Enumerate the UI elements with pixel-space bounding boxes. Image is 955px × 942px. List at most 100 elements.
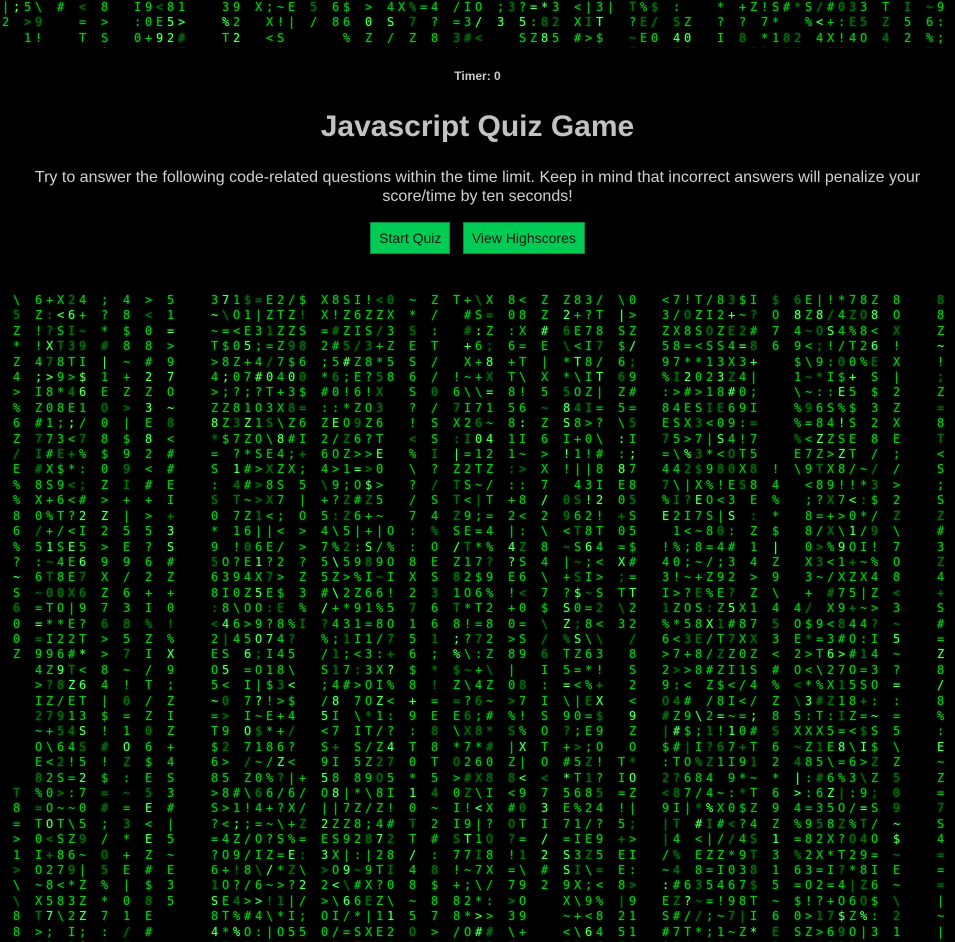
matrix-column: T Z S < * 0 > S 3 7 3 $ X E 7 ~ 8 ~ + E …	[695, 293, 703, 942]
matrix-column: \ 9 !	[35, 0, 43, 45]
matrix-column: 2 6 I 3 T > 4 E ; < + * < < ? < E E E X …	[68, 293, 76, 942]
matrix-column: 3 + E 4 X Z # 6 9 4 O 0 E 3 S : # 3 2 ? …	[728, 293, 736, 942]
matrix-rain-bottom: \ 5 Z * Z 4 > % 6 Z / E % % 8 6 % ? ~ S …	[0, 293, 955, 942]
matrix-column: Z ?	[750, 0, 758, 48]
matrix-column: ; 3	[497, 0, 505, 30]
matrix-column: < E 9 5	[156, 0, 164, 48]
matrix-column: |	[607, 0, 615, 14]
matrix-column: 0 : ! 2	[838, 0, 846, 48]
start-quiz-button[interactable]: Start Quiz	[370, 222, 451, 254]
matrix-column: I 3 # 8	[464, 0, 472, 48]
matrix-column: 9 2 2 6	[233, 0, 241, 48]
matrix-column: Z 0 7	[684, 15, 692, 48]
matrix-column: $ / 0 =	[651, 0, 659, 48]
matrix-column: E Z ~ < \ ~ ~ 9 = < 7 9 < ; 8 8 0 X 3 + …	[805, 293, 813, 942]
timer-display: Timer: 0	[454, 69, 501, 83]
matrix-column: X	[398, 0, 406, 14]
matrix-column: / I O S 1 2 1 I < | * 9 % O S 8 = / Z % …	[706, 293, 714, 942]
matrix-column: $ 6 % \	[343, 0, 351, 48]
matrix-column: 8 > S |	[101, 0, 109, 48]
matrix-column: ? 5 S S	[519, 0, 527, 48]
matrix-column: ; X < X	[266, 0, 274, 48]
matrix-column: = | 3 ; 4 # ? O 1 O S > > > 1 | 6 1 X 5 …	[255, 293, 263, 942]
matrix-column: #	[57, 0, 65, 14]
matrix-column: < Z / + * 5 X 3 6 T E 0 > 5 ~ | / 9 ~ 6 …	[376, 293, 384, 942]
matrix-column: ! 7 * O	[761, 0, 769, 48]
matrix-column: # + X $	[827, 0, 835, 48]
matrix-column: 3	[508, 0, 516, 14]
matrix-column: Z / : T / / 0 / S S I ? / S 4 % O E S 3 …	[431, 293, 439, 942]
matrix-column: 3 ? 7 I 8 I Z I > 0 ! | 3 ! 2 8 6 ; I ~ …	[585, 293, 593, 942]
matrix-column: + # # + X ~ \ I 2 I = 2 S < 9 E T 1 2 O …	[464, 293, 472, 942]
matrix-column: < = T 4	[79, 0, 87, 48]
matrix-column: 5 /	[310, 0, 318, 30]
matrix-rain-top: | 2 ; 5 > 1 ? \ 9 ! # < = T 4 8 > S | I …	[0, 0, 955, 48]
matrix-column: = : Z	[530, 0, 538, 45]
matrix-column: * 8 8 8	[541, 0, 549, 48]
matrix-column: I 5 2 2	[904, 0, 912, 48]
matrix-column: * 4 4 / 0 $ E % ! S Z 8 ! 7 > \ 9 1 X 7 …	[838, 293, 846, 942]
matrix-column: S %	[805, 0, 813, 30]
matrix-column: 3 5 O 0	[860, 0, 868, 48]
matrix-column: $ ! S 8 6 0 $ = 6 I + ; 5 | O > > ? Z 3 …	[299, 293, 307, 942]
matrix-column: / < 4 :	[816, 0, 824, 48]
matrix-column: / Z Z 9 $ 0 3 8 Z # ; X % ? 5 \ < $ 4 / …	[288, 293, 296, 942]
matrix-column: 4 ? 8 \	[431, 0, 439, 48]
matrix-column: X < S T 8 9 * 8 ; 3 E $ 9 6 T / S 4 8 0 …	[57, 293, 65, 924]
matrix-column: ! O 8 = * 2 # E X > % 2 | ? I < ; ; ~ ? …	[684, 293, 692, 942]
matrix-column: 3 ~ ~ T > 4 > Z 8 * = S : S 0 * 9 5 6 8 …	[211, 293, 219, 942]
matrix-column: 1 O < 0 Z 0 ? 8 3 7 ? 1 4 T 7 1 ! ? 9 0 …	[233, 293, 241, 942]
matrix-column: 7 \ = $ 8 ; ; Z Z $ O 3 I 8 4 | S 5 < 0 …	[222, 293, 230, 942]
matrix-column: + : ? X 7 > 8 0 1 7 # X S + % + 1 ~ T 0 …	[46, 293, 54, 942]
matrix-column: < 3 Z 5 9 % : 8 E 7 = 4 7 % E ! 4 3 I 1 …	[662, 293, 670, 942]
matrix-column: < X # <	[574, 0, 582, 48]
matrix-column: 2 T Z Z 7 4 + X \ 8 4 Z S 7 ; < / 2 > $ …	[277, 293, 285, 942]
matrix-column: T ? ~ Z	[629, 0, 637, 48]
matrix-column: I 6 I / Z E 6 Z 9 6 > = O # 6 | : 9 % Z …	[354, 293, 362, 942]
matrix-column: \ 5 Z * Z 4 > % 6 Z / E % % 8 6 % ? ~ S …	[13, 293, 21, 942]
matrix-column: \ S : 6 + + \ 7 6 0 1 T ~ | ; = * 7 $ 6 …	[475, 293, 483, 942]
matrix-column: 9 : ; 6	[937, 0, 945, 48]
matrix-column: 8 O X ! X | 2 Z X E ; / > 2 Z \ 7 O 8 < …	[893, 293, 901, 942]
matrix-column: 5 > 1 ?	[24, 0, 32, 48]
matrix-column: E Z 1 = / 0 T 3 S \ E X 8 X < | E ? 7 E …	[266, 293, 274, 942]
matrix-column: / = 3 $	[453, 0, 461, 48]
matrix-column: 7 / X 8 7 I > 4 S 5 \ 4 \ I 2 1 % 0 ! > …	[673, 293, 681, 942]
matrix-column: 4 8 $ 8 ~ + Z > | $ 9 9 I + | 5 E 9 / 6 …	[123, 293, 131, 942]
matrix-column: 8 O 8 2 % ~ * : * / I ~ X | ~ 4 : 1 = S …	[860, 293, 868, 942]
matrix-column: T ! 6 7 X : | Z T T Z S / Z 8 1 T 8 ; % …	[453, 293, 461, 942]
matrix-column: 8 5 2 /	[167, 0, 175, 48]
matrix-column: | I > 7	[585, 0, 593, 48]
matrix-column: 1 > # Z	[178, 0, 186, 48]
matrix-column	[123, 0, 130, 48]
view-highscores-button[interactable]: View Highscores	[462, 222, 585, 254]
matrix-column: % E E +	[640, 0, 648, 48]
matrix-column: \ | S $ 6 6 Z 5 \ : : 8 E 0 + 0 = X ; T …	[618, 293, 626, 942]
quiz-instructions: Try to answer the following code-related…	[34, 169, 921, 205]
matrix-column: 8 ! # # 5 6 0 : E / O > 9 ? : \ % \ Z \ …	[332, 293, 340, 942]
matrix-column: : S 4 T	[673, 0, 681, 48]
matrix-column: 0 X 3 Z 5 8 O % O I ! 5 O 7 + ? % < : ? …	[387, 293, 395, 942]
matrix-column: > < 0 8 # 2 Z 3 E 8 2 < # + > 5 ? 6 2 + …	[145, 293, 153, 942]
matrix-column: I : 0 #	[134, 0, 142, 48]
matrix-column: 6 Z ! ! 4 ; I Z # 7 I # 8 X 0 / 5 : 6 ~ …	[35, 293, 43, 942]
matrix-column	[695, 0, 702, 48]
matrix-column: ! / S ! : I : S 4 Z > X 9 X + X % < / # …	[827, 293, 835, 942]
matrix-column: > 0 Z \	[365, 0, 373, 48]
matrix-column: ~ 6 % T	[926, 0, 934, 48]
matrix-column: * ? I *	[717, 0, 725, 48]
matrix-column: ; ? * # | 1 E O 0 8 $ 0 Z > Z 2 > 9 X Z …	[101, 293, 109, 942]
matrix-column	[90, 0, 97, 48]
matrix-column: X	[255, 0, 263, 14]
button-row: Start Quiz View Highscores	[0, 222, 955, 254]
matrix-column: 0 > Z / ; 9 # = 5 I ; 7 8 5 S 5 $ # = T …	[629, 293, 637, 942]
matrix-column: 3 E 4 O	[849, 0, 857, 48]
matrix-column: % 7 Z ?	[409, 0, 417, 48]
matrix-column: ;	[13, 0, 21, 14]
matrix-column: $ 1 E 5 + 7 ; 1 Z Z * # # ~ Z 6 0 E 4 Z …	[244, 293, 252, 942]
matrix-column: 3 2 5 3	[552, 0, 560, 48]
matrix-column: 7 Z % T 0 + 5 $ S E T / ! < 0 1 O + Z 5 …	[849, 293, 857, 942]
matrix-column: E |	[288, 0, 296, 30]
matrix-column: 8 0 : 6 + T 8 5 8 1 1 : : + 2 | 4 ? E ! …	[508, 293, 516, 942]
matrix-column: X = Z ; 8 X = 1 ~ 4 2 Z / T = 4 % ? 9 % …	[486, 293, 494, 942]
